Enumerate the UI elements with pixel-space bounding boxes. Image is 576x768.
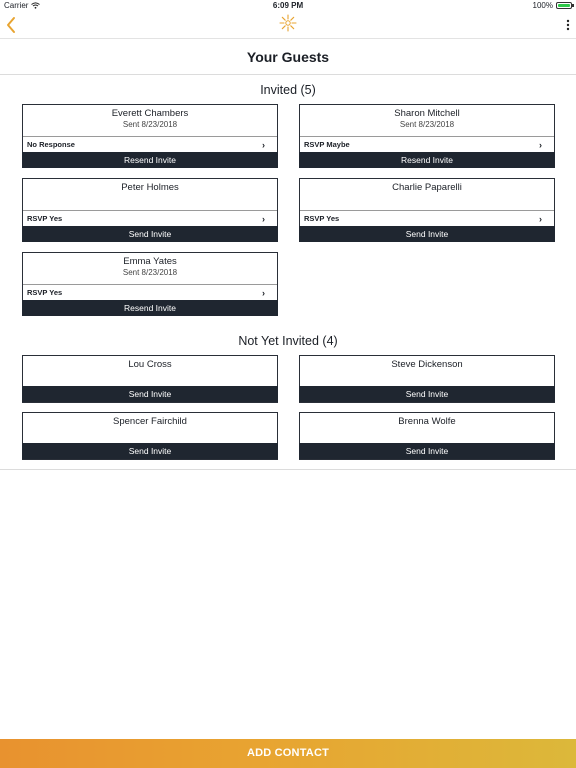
rsvp-status-row[interactable]: RSVP Yes › <box>300 210 554 226</box>
send-invite-button[interactable]: Send Invite <box>22 443 278 459</box>
sent-date: Sent 8/23/2018 <box>122 120 178 129</box>
page-header: Your Guests <box>0 38 576 75</box>
sent-date <box>23 194 277 208</box>
invited-section: Invited (5) <box>0 79 576 101</box>
rsvp-status: RSVP Yes <box>27 288 63 297</box>
send-invite-button[interactable]: Send Invite <box>22 226 278 242</box>
send-invite-button[interactable]: Send Invite <box>299 443 555 459</box>
send-invite-button[interactable]: Send Invite <box>299 386 555 402</box>
sent-date: Sent 8/23/2018 <box>122 268 178 277</box>
rsvp-status-row[interactable]: RSVP Maybe › <box>300 136 554 152</box>
guest-card-everett-chambers: Everett Chambers Sent 8/23/2018 No Respo… <box>22 104 278 168</box>
guest-card-peter-holmes: Peter Holmes RSVP Yes › Send Invite <box>22 178 278 242</box>
guest-card-spencer-fairchild: Spencer Fairchild Send Invite <box>22 412 278 460</box>
send-invite-button[interactable]: Send Invite <box>299 226 555 242</box>
sent-date <box>300 194 554 208</box>
sun-logo-icon <box>279 14 297 32</box>
battery-icon <box>556 2 574 9</box>
chevron-left-icon[interactable] <box>4 15 18 35</box>
resend-invite-button[interactable]: Resend Invite <box>22 152 278 168</box>
rsvp-status-row[interactable]: No Response › <box>23 136 277 152</box>
guest-card-emma-yates: Emma Yates Sent 8/23/2018 RSVP Yes › Res… <box>22 252 278 316</box>
rsvp-status-row[interactable]: RSVP Yes › <box>23 210 277 226</box>
rsvp-status-row[interactable]: RSVP Yes › <box>23 284 277 300</box>
rsvp-status: No Response <box>27 140 75 149</box>
chevron-right-icon: › <box>262 287 265 298</box>
list-divider <box>0 469 576 470</box>
battery-percent: 100% <box>532 1 553 10</box>
rsvp-status: RSVP Maybe <box>304 140 350 149</box>
guest-name: Charlie Paparelli <box>392 182 462 193</box>
nav-bar <box>0 12 576 38</box>
guest-card-charlie-paparelli: Charlie Paparelli RSVP Yes › Send Invite <box>299 178 555 242</box>
guest-name: Steve Dickenson <box>391 359 463 370</box>
chevron-right-icon: › <box>262 213 265 224</box>
guest-card-steve-dickenson: Steve Dickenson Send Invite <box>299 355 555 403</box>
add-contact-button[interactable]: ADD CONTACT <box>0 739 576 768</box>
resend-invite-button[interactable]: Resend Invite <box>299 152 555 168</box>
resend-invite-button[interactable]: Resend Invite <box>22 300 278 316</box>
guest-name: Lou Cross <box>128 359 172 370</box>
guest-card-brenna-wolfe: Brenna Wolfe Send Invite <box>299 412 555 460</box>
guest-name: Emma Yates <box>123 256 177 267</box>
chevron-right-icon: › <box>539 139 542 150</box>
guest-card-sharon-mitchell: Sharon Mitchell Sent 8/23/2018 RSVP Mayb… <box>299 104 555 168</box>
guest-name: Everett Chambers <box>111 108 189 119</box>
chevron-right-icon: › <box>262 139 265 150</box>
page-title: Your Guests <box>246 49 330 65</box>
battery-indicator: 100% <box>532 1 574 10</box>
invited-heading: Invited (5) <box>260 83 316 97</box>
rsvp-status: RSVP Yes <box>27 214 63 223</box>
guest-card-lou-cross: Lou Cross Send Invite <box>22 355 278 403</box>
guest-name: Brenna Wolfe <box>398 416 456 427</box>
not-invited-heading: Not Yet Invited (4) <box>238 334 338 348</box>
send-invite-button[interactable]: Send Invite <box>22 386 278 402</box>
not-invited-section: Not Yet Invited (4) <box>0 330 576 352</box>
chevron-right-icon: › <box>539 213 542 224</box>
status-bar: Carrier 6:09 PM 100% <box>0 0 576 12</box>
status-time: 6:09 PM <box>272 1 304 10</box>
guest-name: Spencer Fairchild <box>113 416 187 427</box>
sent-date: Sent 8/23/2018 <box>399 120 455 129</box>
guest-name: Sharon Mitchell <box>394 108 460 119</box>
more-vertical-icon[interactable] <box>566 19 570 31</box>
rsvp-status: RSVP Yes <box>304 214 340 223</box>
guest-name: Peter Holmes <box>121 182 179 193</box>
